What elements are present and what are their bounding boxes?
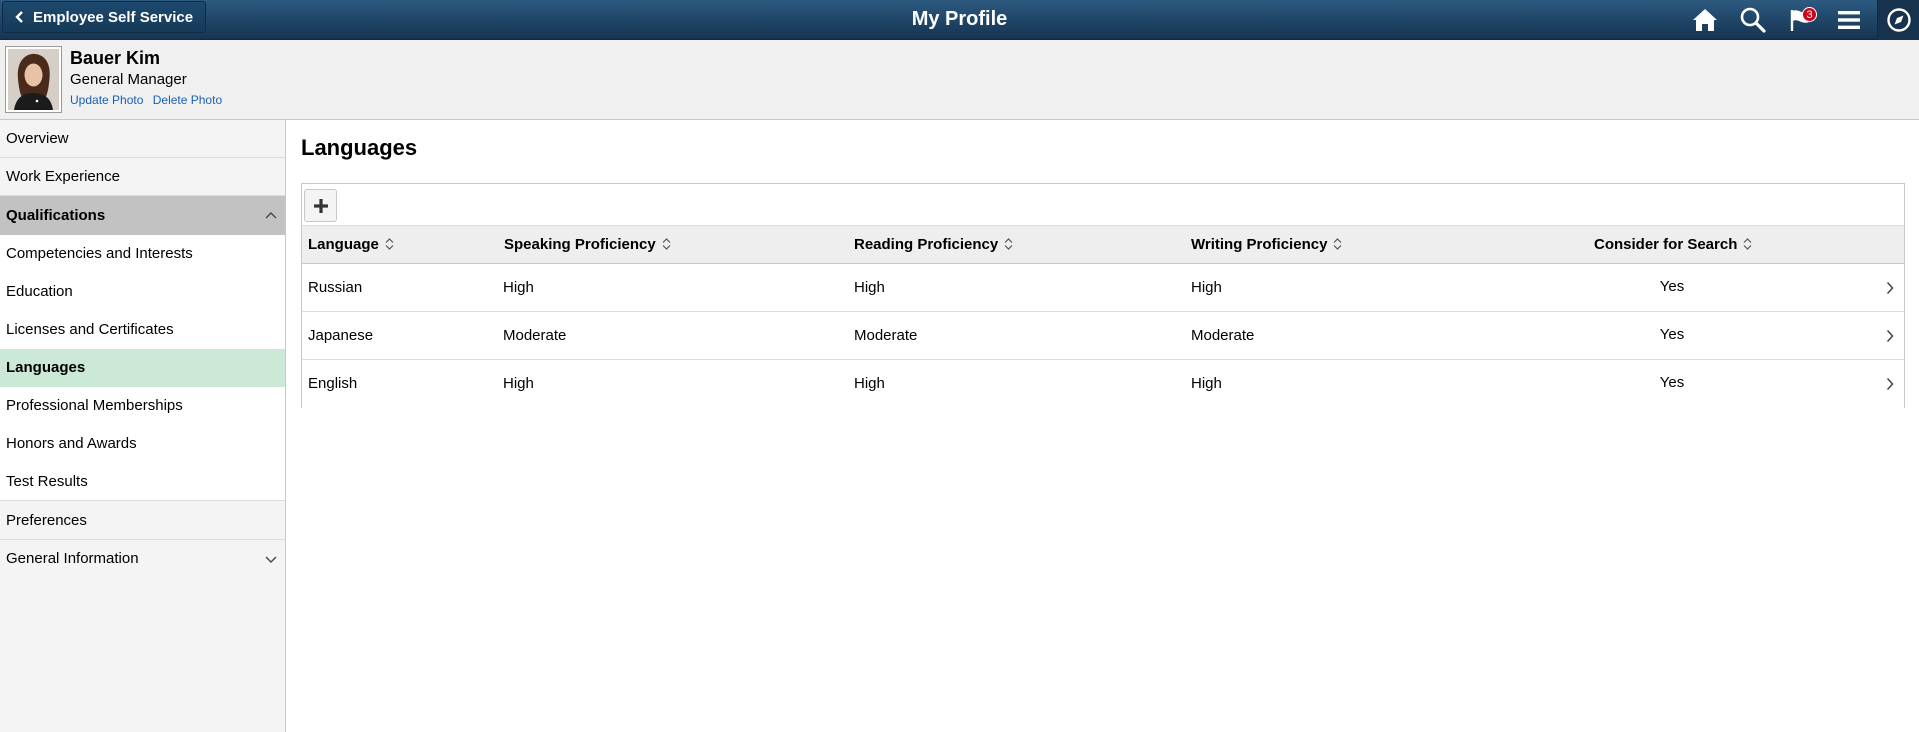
sort-icon: [662, 237, 671, 250]
search-icon: [1740, 7, 1766, 33]
sidebar-item-work-experience[interactable]: Work Experience: [0, 158, 285, 196]
sidebar-item-languages[interactable]: Languages: [0, 349, 285, 387]
employee-photo: [5, 46, 62, 113]
chevron-right-icon: [1886, 329, 1894, 343]
sidebar: Overview Work Experience Qualifications …: [0, 120, 286, 732]
chevron-up-icon: [265, 196, 277, 250]
employee-job-title: General Manager: [70, 71, 187, 88]
sidebar-item-label: Honors and Awards: [6, 435, 137, 452]
column-header-label: Writing Proficiency: [1191, 236, 1328, 253]
plus-icon: [313, 198, 328, 213]
cell-consider-for-search: Yes: [1659, 278, 1685, 295]
employee-name: Bauer Kim: [70, 48, 161, 68]
cell-language: Japanese: [308, 327, 374, 344]
notifications-button[interactable]: 3: [1785, 4, 1817, 36]
sidebar-group-qualifications[interactable]: Qualifications: [0, 196, 285, 235]
sidebar-item-general-information[interactable]: General Information: [0, 540, 285, 578]
sort-icon: [385, 237, 394, 250]
grid-header-row: Language Speaking Proficiency Reading Pr…: [302, 226, 1904, 264]
sidebar-item-label: General Information: [6, 550, 139, 567]
column-header-label: Reading Proficiency: [854, 236, 999, 253]
sort-icon: [1743, 237, 1752, 250]
languages-grid: Language Speaking Proficiency Reading Pr…: [301, 183, 1905, 408]
employee-info-strip: Bauer Kim General Manager Update Photo D…: [0, 40, 1919, 120]
sidebar-item-label: Work Experience: [6, 168, 120, 185]
grid-toolbar: [302, 184, 1904, 226]
chevron-right-icon: [1886, 281, 1894, 295]
cell-speaking: Moderate: [503, 327, 567, 344]
sidebar-item-overview[interactable]: Overview: [0, 120, 285, 158]
sidebar-item-label: Competencies and Interests: [6, 245, 193, 262]
home-icon: [1693, 9, 1717, 31]
update-photo-link[interactable]: Update Photo: [70, 93, 143, 107]
sidebar-item-label: Test Results: [6, 473, 88, 490]
page-header-title: My Profile: [911, 8, 1008, 30]
cell-writing: High: [1191, 279, 1222, 296]
sidebar-item-licenses-and-certificates[interactable]: Licenses and Certificates: [0, 311, 285, 349]
column-header-speaking-proficiency[interactable]: Speaking Proficiency: [504, 226, 671, 264]
table-row[interactable]: Russian High High High Yes: [302, 264, 1904, 312]
back-button[interactable]: Employee Self Service: [2, 1, 206, 33]
home-button[interactable]: [1689, 4, 1721, 36]
chevron-right-icon: [1886, 377, 1894, 391]
table-row[interactable]: English High High High Yes: [302, 360, 1904, 408]
cell-writing: Moderate: [1191, 327, 1255, 344]
sidebar-item-education[interactable]: Education: [0, 273, 285, 311]
sidebar-item-competencies-and-interests[interactable]: Competencies and Interests: [0, 235, 285, 273]
sidebar-item-label: Overview: [6, 130, 69, 147]
page-title: Languages: [301, 135, 418, 160]
cell-reading: High: [854, 375, 885, 392]
sort-icon: [1333, 237, 1342, 250]
navbar-button[interactable]: [1877, 0, 1919, 40]
navbar-compass-icon: [1886, 8, 1911, 32]
sidebar-item-label: Languages: [6, 359, 86, 376]
sidebar-item-test-results[interactable]: Test Results: [0, 463, 285, 501]
sidebar-item-label: Preferences: [6, 512, 87, 529]
column-header-consider-for-search[interactable]: Consider for Search: [1594, 226, 1752, 264]
table-row[interactable]: Japanese Moderate Moderate Moderate Yes: [302, 312, 1904, 360]
cell-writing: High: [1191, 375, 1222, 392]
column-header-language[interactable]: Language: [308, 226, 394, 264]
cell-language: English: [308, 375, 358, 392]
sidebar-item-label: Professional Memberships: [6, 397, 183, 414]
menu-icon: [1838, 11, 1860, 29]
cell-consider-for-search: Yes: [1659, 374, 1685, 391]
main-content: Languages Language Speaking Proficiency …: [287, 120, 1919, 732]
column-header-label: Consider for Search: [1594, 236, 1738, 253]
back-button-label: Employee Self Service: [33, 8, 194, 26]
sidebar-group-label: Qualifications: [6, 207, 106, 224]
sidebar-item-preferences[interactable]: Preferences: [0, 501, 285, 540]
cell-consider-for-search: Yes: [1659, 326, 1685, 343]
sidebar-item-professional-memberships[interactable]: Professional Memberships: [0, 387, 285, 425]
column-header-label: Speaking Proficiency: [504, 236, 656, 253]
column-header-label: Language: [308, 236, 379, 253]
delete-photo-link[interactable]: Delete Photo: [153, 93, 222, 107]
sidebar-item-honors-and-awards[interactable]: Honors and Awards: [0, 425, 285, 463]
sidebar-item-label: Licenses and Certificates: [6, 321, 174, 338]
cell-language: Russian: [308, 279, 363, 296]
sidebar-item-label: Education: [6, 283, 73, 300]
actions-menu-button[interactable]: [1833, 4, 1865, 36]
notification-count-badge: 3: [1802, 7, 1817, 22]
cell-reading: Moderate: [854, 327, 918, 344]
column-header-writing-proficiency[interactable]: Writing Proficiency: [1191, 226, 1342, 264]
cell-speaking: High: [503, 279, 534, 296]
sort-icon: [1004, 237, 1013, 250]
column-header-reading-proficiency[interactable]: Reading Proficiency: [854, 226, 1013, 264]
photo-links: Update Photo Delete Photo: [70, 93, 228, 107]
chevron-down-icon: [265, 540, 277, 593]
cell-speaking: High: [503, 375, 534, 392]
chevron-left-icon: [15, 11, 25, 23]
add-language-button[interactable]: [304, 189, 337, 222]
cell-reading: High: [854, 279, 885, 296]
search-button[interactable]: [1737, 4, 1769, 36]
header-banner: Employee Self Service My Profile 3: [0, 0, 1919, 40]
